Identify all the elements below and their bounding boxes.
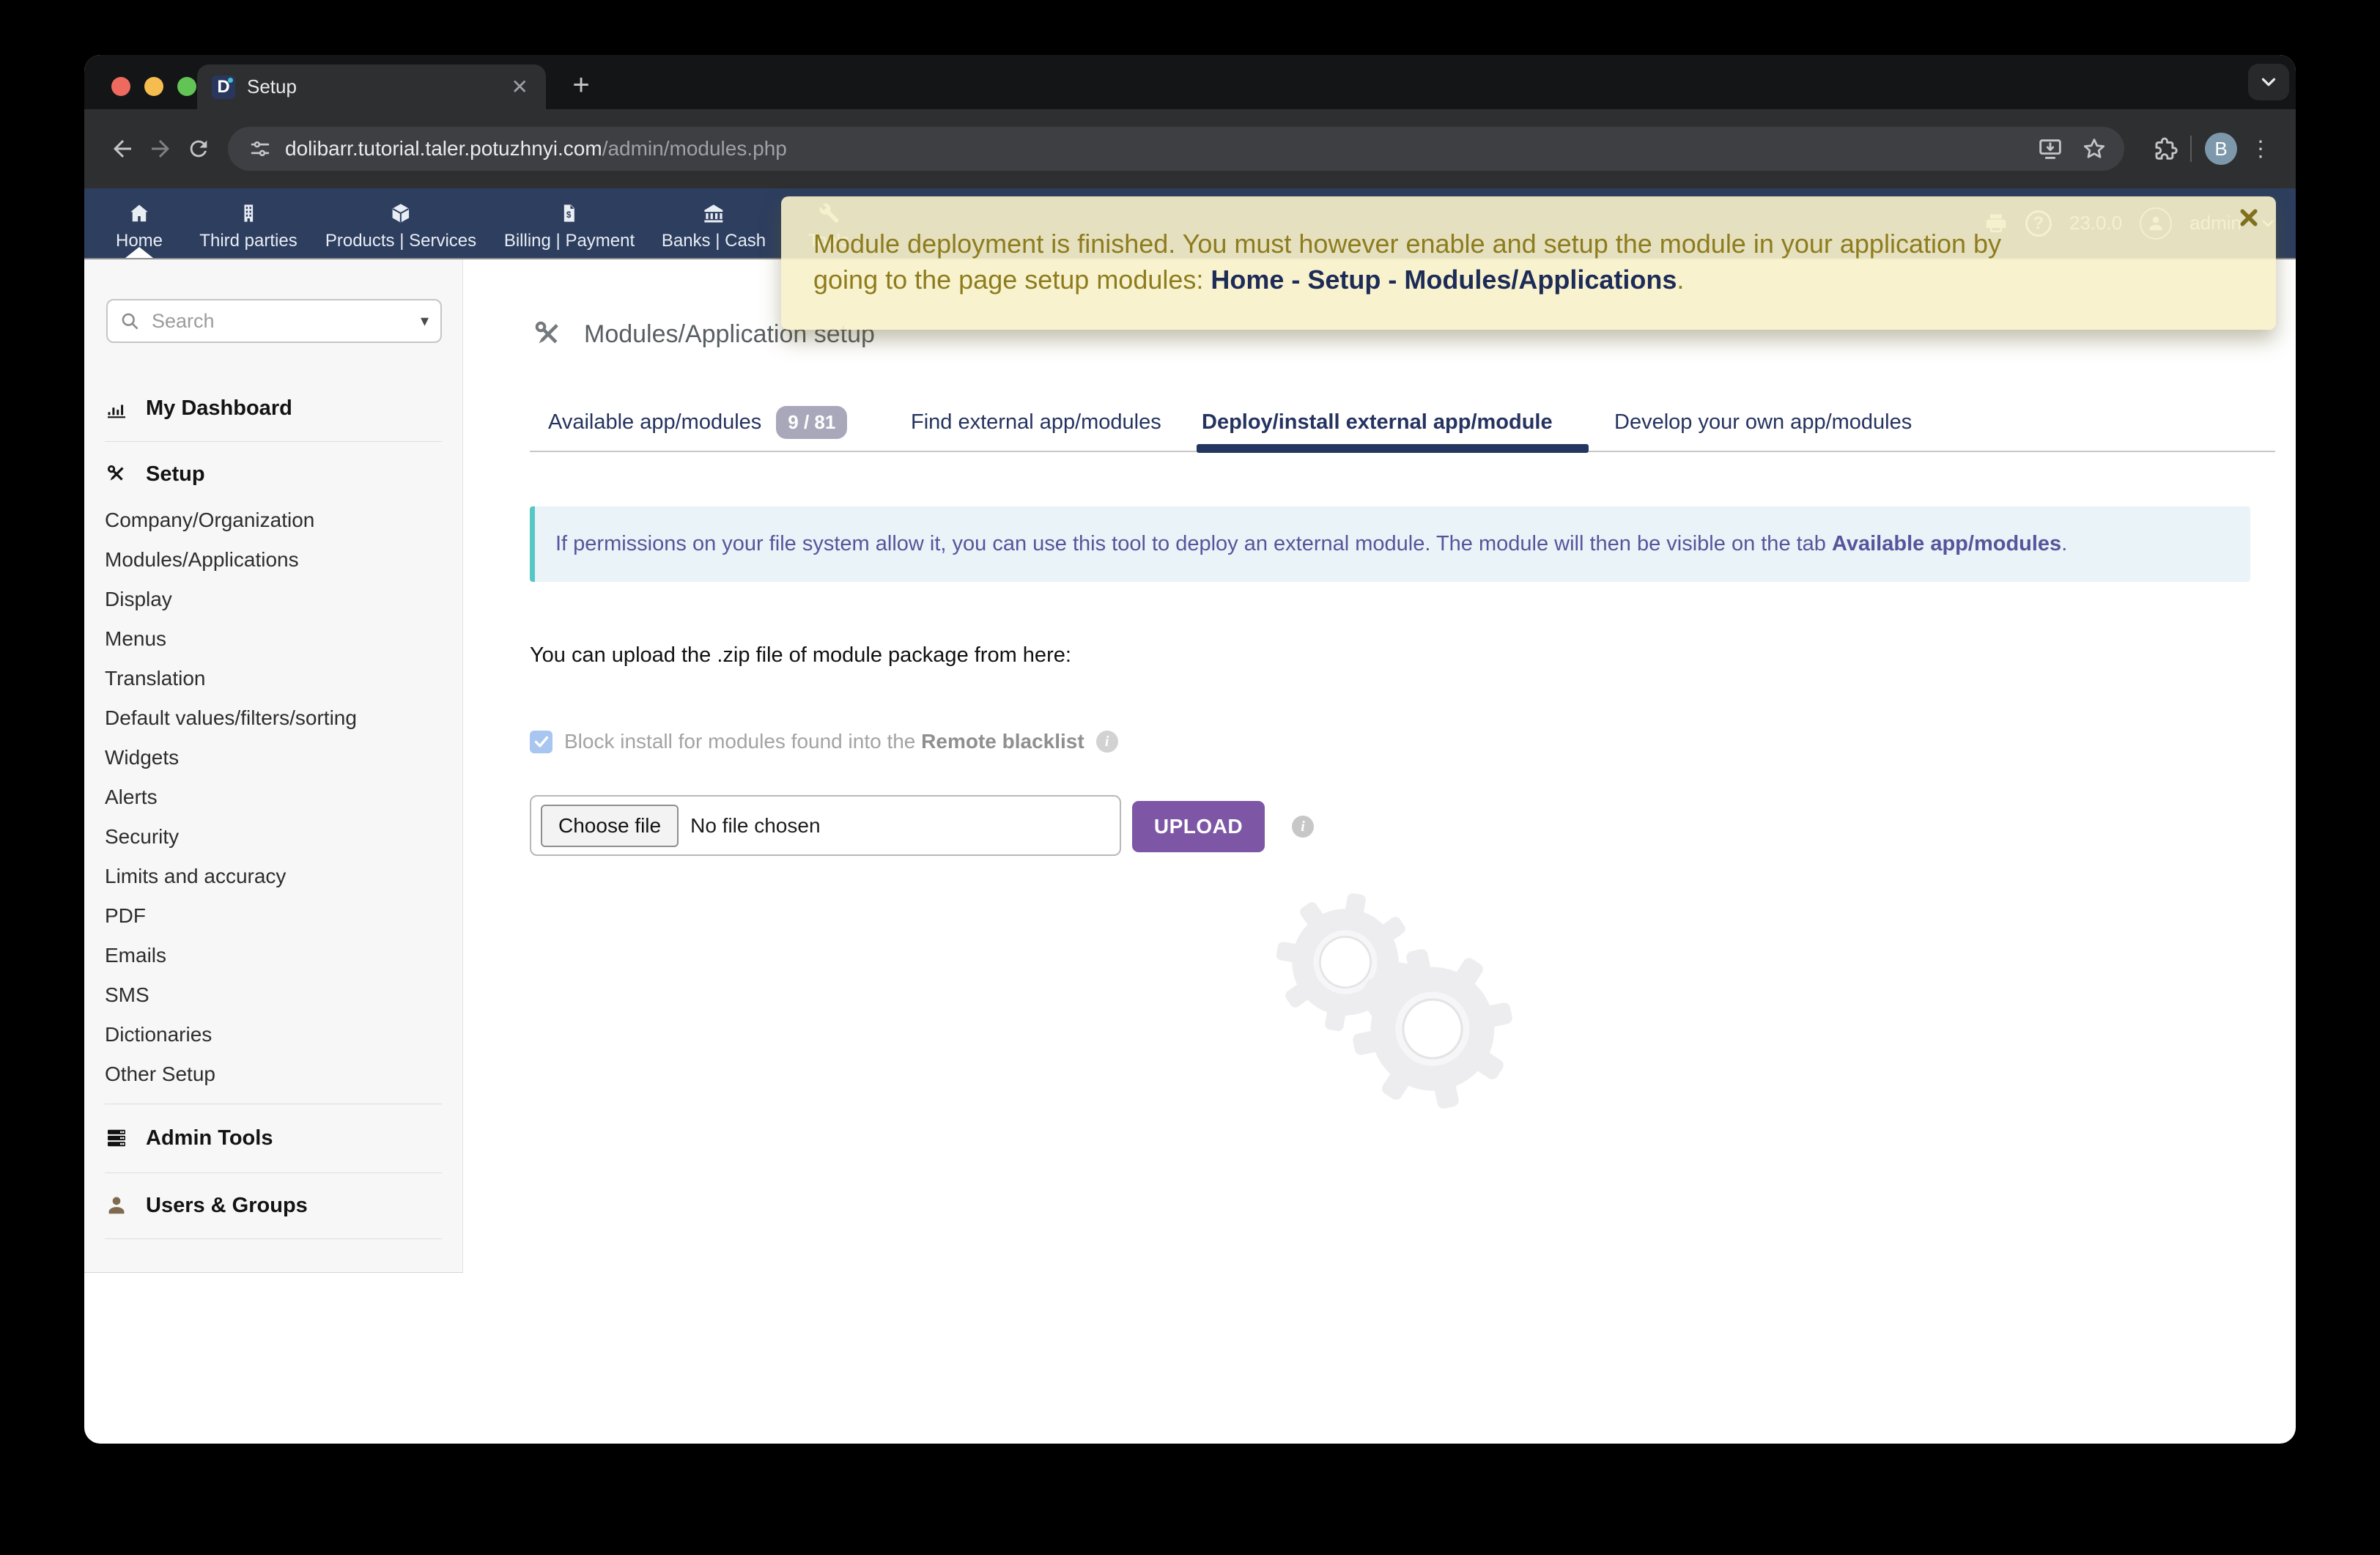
site-info-icon[interactable]: [245, 130, 275, 168]
cube-icon: [390, 201, 412, 226]
address-bar[interactable]: dolibarr.tutorial.taler.potuzhnyi.com/ad…: [228, 127, 2124, 171]
nav-item-billing-payment[interactable]: Billing | Payment: [504, 188, 635, 258]
blacklist-row: Block install for modules found into the…: [530, 730, 1118, 753]
setup-modules-link[interactable]: Home - Setup - Modules/Applications: [1211, 265, 1677, 295]
nav-item-third-parties[interactable]: Third parties: [199, 188, 297, 258]
sidebar-item-security[interactable]: Security: [84, 817, 462, 857]
nav-item-home[interactable]: Home: [116, 188, 163, 258]
bank-icon: [703, 201, 725, 226]
tab-title: Setup: [247, 75, 509, 98]
sidebar-item-menus[interactable]: Menus: [84, 619, 462, 659]
sidebar-item-defaults[interactable]: Default values/filters/sorting: [84, 698, 462, 738]
search-input[interactable]: [150, 309, 421, 333]
sidebar-divider: [105, 1238, 442, 1239]
new-tab-button[interactable]: +: [562, 66, 600, 104]
sidebar-item-emails[interactable]: Emails: [84, 936, 462, 975]
building-icon: [238, 201, 259, 226]
back-button[interactable]: [103, 130, 141, 168]
info-icon[interactable]: i: [1292, 816, 1314, 838]
dolibarr-favicon: D: [212, 75, 235, 99]
url-text: dolibarr.tutorial.taler.potuzhnyi.com/ad…: [285, 137, 2038, 160]
sidebar-item-limits[interactable]: Limits and accuracy: [84, 857, 462, 896]
upload-instruction: You can upload the .zip file of module p…: [530, 643, 1071, 668]
sidebar-item-widgets[interactable]: Widgets: [84, 738, 462, 778]
gears-watermark: [1241, 882, 1622, 1189]
sidebar-search[interactable]: ▾: [106, 299, 442, 343]
sidebar-item-users-groups[interactable]: Users & Groups: [84, 1186, 462, 1225]
tab-available-modules[interactable]: Available app/modules 9 / 81: [548, 405, 847, 440]
info-icon[interactable]: i: [1096, 731, 1118, 753]
toolbar-divider: [2190, 136, 2192, 162]
check-icon: [533, 733, 550, 750]
notification-line2: going to the page setup modules: Home - …: [813, 262, 2232, 298]
chart-icon: [105, 396, 128, 420]
sidebar-item-other-setup[interactable]: Other Setup: [84, 1054, 462, 1094]
choose-file-button[interactable]: Choose file: [541, 805, 679, 847]
modules-count-badge: 9 / 81: [776, 406, 847, 439]
blacklist-checkbox[interactable]: [530, 731, 552, 753]
browser-window: D Setup ✕ + dolibarr.tutorial.taler.potu…: [84, 55, 2296, 1444]
blacklist-label: Block install for modules found into the…: [564, 730, 1084, 753]
notification-banner: Module deployment is finished. You must …: [781, 196, 2276, 330]
sidebar-item-dictionaries[interactable]: Dictionaries: [84, 1015, 462, 1054]
sidebar-item-translation[interactable]: Translation: [84, 659, 462, 698]
sidebar-divider: [105, 1172, 442, 1173]
macos-minimize-button[interactable]: [144, 77, 163, 96]
search-caret-icon[interactable]: ▾: [421, 311, 429, 330]
tools-icon: [105, 462, 128, 486]
sidebar-item-display[interactable]: Display: [84, 580, 462, 619]
tab-close-icon[interactable]: ✕: [509, 74, 531, 100]
tab-search-button[interactable]: [2248, 64, 2289, 100]
tab-deploy-install[interactable]: Deploy/install external app/module: [1202, 405, 1553, 440]
sidebar-item-my-dashboard[interactable]: My Dashboard: [84, 388, 462, 428]
tab-strip: D Setup ✕ +: [84, 55, 2296, 109]
home-icon: [128, 201, 150, 226]
browser-tab[interactable]: D Setup ✕: [197, 64, 546, 109]
server-icon: [105, 1126, 128, 1150]
file-input[interactable]: Choose file No file chosen: [530, 795, 1121, 856]
nav-item-products-services[interactable]: Products | Services: [325, 188, 476, 258]
upload-button[interactable]: UPLOAD: [1132, 801, 1265, 852]
sidebar-item-alerts[interactable]: Alerts: [84, 778, 462, 817]
invoice-icon: [559, 201, 580, 226]
macos-zoom-button[interactable]: [177, 77, 196, 96]
sidebar-item-pdf[interactable]: PDF: [84, 896, 462, 936]
reload-button[interactable]: [180, 130, 218, 168]
install-app-icon[interactable]: [2038, 136, 2063, 161]
person-icon: [105, 1194, 128, 1217]
bookmark-star-icon[interactable]: [2082, 136, 2107, 161]
tools-icon: [531, 317, 565, 351]
active-tab-underline: [1197, 444, 1589, 453]
chevron-down-icon: [2258, 71, 2280, 93]
file-chosen-label: No file chosen: [690, 814, 820, 838]
extensions-icon[interactable]: [2146, 130, 2184, 168]
sidebar-item-admin-tools[interactable]: Admin Tools: [84, 1118, 462, 1158]
sidebar-item-company[interactable]: Company/Organization: [84, 501, 462, 540]
browser-menu-icon[interactable]: ⋮: [2244, 136, 2277, 162]
banner-close-icon[interactable]: [2238, 207, 2260, 229]
nav-item-banks-cash[interactable]: Banks | Cash: [662, 188, 766, 258]
profile-avatar[interactable]: B: [2205, 133, 2237, 165]
browser-toolbar: dolibarr.tutorial.taler.potuzhnyi.com/ad…: [84, 109, 2296, 188]
tab-develop-own[interactable]: Develop your own app/modules: [1614, 405, 1912, 440]
sidebar-divider: [105, 441, 442, 442]
sidebar-item-setup[interactable]: Setup: [84, 454, 462, 494]
info-message: If permissions on your file system allow…: [530, 506, 2250, 582]
macos-close-button[interactable]: [111, 77, 130, 96]
sidebar-item-sms[interactable]: SMS: [84, 975, 462, 1015]
tab-find-external[interactable]: Find external app/modules: [911, 405, 1161, 440]
sidebar-item-modules[interactable]: Modules/Applications: [84, 540, 462, 580]
forward-button[interactable]: [141, 130, 180, 168]
notification-line1: Module deployment is finished. You must …: [813, 226, 2232, 262]
search-icon: [119, 311, 140, 331]
sidebar: ▾ My Dashboard Setup Company/Organizatio…: [84, 259, 463, 1273]
